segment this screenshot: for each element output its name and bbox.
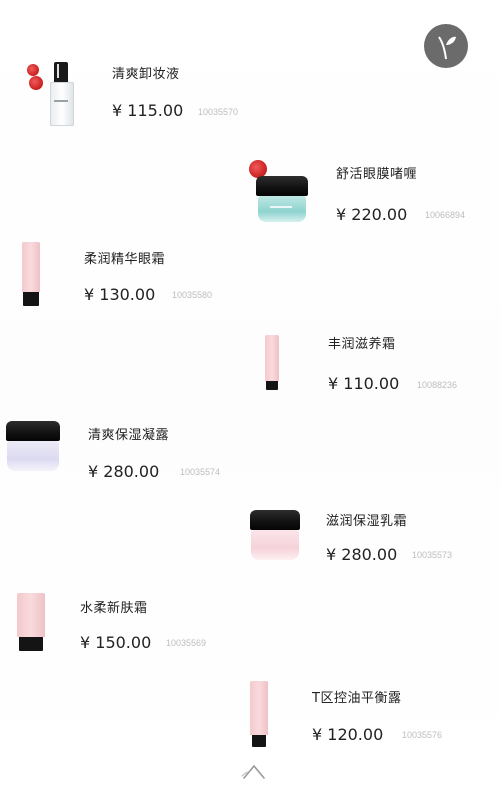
product-price: ¥ 280.00 — [326, 545, 398, 564]
product-price: ¥ 115.00 — [112, 101, 184, 120]
product-name: 清爽保湿凝露 — [88, 428, 170, 443]
product-image — [17, 593, 45, 651]
product-item[interactable]: 丰润滋养霜 ¥ 110.00 10088236 — [0, 325, 500, 395]
product-name: 清爽卸妆液 — [112, 67, 180, 82]
product-image — [50, 62, 74, 126]
product-item[interactable]: 柔润精华眼霜 ¥ 130.00 10035580 — [0, 238, 500, 310]
swipe-up-icon[interactable] — [238, 760, 270, 782]
product-code: 10035576 — [402, 730, 443, 740]
product-code: 10035573 — [412, 550, 453, 560]
product-code: 10088236 — [417, 380, 458, 390]
product-item[interactable]: T区控油平衡露 ¥ 120.00 10035576 — [0, 675, 500, 755]
product-name: T区控油平衡露 — [312, 691, 402, 706]
product-code: 10035569 — [166, 638, 207, 648]
product-item[interactable]: 滋润保湿乳霜 ¥ 280.00 10035573 — [0, 500, 500, 575]
product-item[interactable]: 水柔新肤霜 ¥ 150.00 10035569 — [0, 585, 500, 660]
promo-badge-icon — [27, 64, 39, 76]
product-name: 滋润保湿乳霜 — [326, 514, 408, 529]
product-price: ¥ 110.00 — [328, 374, 400, 393]
product-image — [6, 421, 60, 475]
product-code: 10035580 — [172, 290, 213, 300]
product-price: ¥ 280.00 — [88, 462, 160, 481]
product-name: 柔润精华眼霜 — [84, 252, 166, 267]
product-image — [22, 242, 40, 306]
product-image — [250, 681, 268, 747]
product-price: ¥ 130.00 — [84, 285, 156, 304]
product-price: ¥ 220.00 — [336, 205, 408, 224]
product-price: ¥ 120.00 — [312, 725, 384, 744]
product-image — [250, 510, 300, 564]
product-item[interactable]: 清爽保湿凝露 ¥ 280.00 10035574 — [0, 415, 500, 490]
product-code: 10035574 — [180, 467, 221, 477]
product-list-page: 清爽卸妆液 ¥ 115.00 10035570 舒活眼膜啫喱 ¥ 220.00 … — [0, 0, 500, 793]
product-item[interactable]: 清爽卸妆液 ¥ 115.00 10035570 — [0, 50, 500, 130]
product-image — [256, 176, 308, 226]
product-name: 水柔新肤霜 — [80, 601, 148, 616]
product-name: 舒活眼膜啫喱 — [336, 167, 418, 182]
product-name: 丰润滋养霜 — [328, 337, 396, 352]
product-code: 10035570 — [198, 107, 239, 117]
product-item[interactable]: 舒活眼膜啫喱 ¥ 220.00 10066894 — [0, 150, 500, 235]
product-code: 10066894 — [425, 210, 466, 220]
promo-badge-icon — [29, 76, 43, 90]
product-image — [265, 335, 279, 391]
product-price: ¥ 150.00 — [80, 633, 152, 652]
